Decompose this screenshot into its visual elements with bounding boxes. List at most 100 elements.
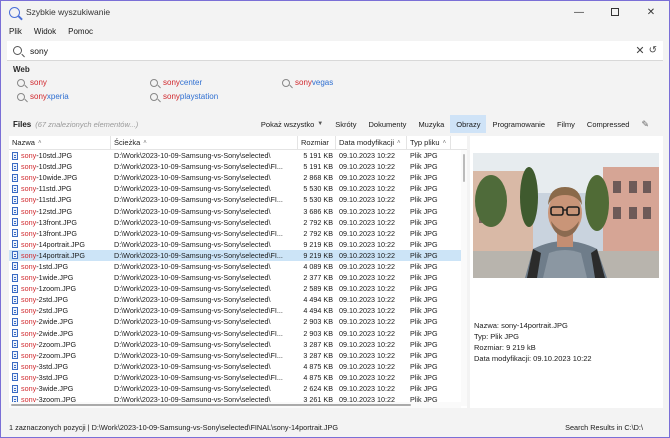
image-file-icon	[12, 284, 18, 293]
table-row[interactable]: sony -11std.JPG D:\Work\2023-10-09-Samsung…	[9, 183, 467, 194]
cell-path: D:\Work\2023-10-09-Samsung-vs-Sony\selec…	[114, 206, 271, 216]
name-match: sony	[21, 261, 37, 271]
clear-search-icon[interactable]: ✕	[635, 44, 644, 57]
cell-size: 4 494 KB	[303, 295, 333, 305]
table-row[interactable]: sony -3wide.JPG D:\Work\2023-10-09-Samsung…	[9, 383, 467, 394]
menu-pomoc[interactable]: Pomoc	[68, 27, 93, 36]
table-row[interactable]: sony -14portrait.JPG D:\Work\2023-10-09-Sa…	[9, 249, 467, 261]
cell-name: sony -2std.JPG	[9, 305, 111, 316]
filter-compressed[interactable]: Compressed	[581, 115, 636, 133]
name-match: sony	[21, 284, 37, 294]
column-header-type[interactable]: Typ pliku ˄	[407, 136, 451, 150]
filter-music[interactable]: Muzyka	[412, 115, 450, 133]
filter-label: Pokaż wszystko	[260, 119, 315, 129]
cell-type: Plik JPG	[410, 173, 438, 183]
table-row[interactable]: sony -12std.JPG D:\Work\2023-10-09-Samsung…	[9, 205, 467, 216]
edit-filters-icon[interactable]: ✎	[635, 119, 655, 130]
cell-date: 09.10.2023 10:22	[339, 273, 395, 283]
table-row[interactable]: sony -14portrait.JPG D:\Work\2023-10-09-Sa…	[9, 239, 467, 250]
name-match: sony	[21, 361, 37, 371]
column-header-path[interactable]: Ścieżka ˄	[111, 136, 298, 150]
minimize-button[interactable]: —	[561, 1, 597, 23]
table-row[interactable]: sony -2wide.JPG D:\Work\2023-10-09-Samsung…	[9, 328, 467, 339]
name-match: sony	[21, 350, 37, 360]
cell-date: 09.10.2023 10:22	[339, 361, 395, 371]
table-row[interactable]: sony -2wide.JPG D:\Work\2023-10-09-Samsung…	[9, 316, 467, 327]
filter-movies[interactable]: Filmy	[551, 115, 581, 133]
preview-pane: Nazwa: sony-14portrait.JPG Typ: Plik JPG…	[470, 136, 663, 408]
table-row[interactable]: sony -3std.JPG D:\Work\2023-10-09-Samsung-…	[9, 361, 467, 372]
table-row[interactable]: sony -3std.JPG D:\Work\2023-10-09-Samsung-…	[9, 372, 467, 383]
cell-path: D:\Work\2023-10-09-Samsung-vs-Sony\selec…	[114, 261, 271, 271]
name-match: sony	[21, 372, 37, 382]
column-header-size[interactable]: Rozmiar	[298, 136, 336, 150]
status-bar: 1 zaznaczonych pozycji | D:\Work\2023-10…	[1, 419, 669, 435]
cell-path: D:\Work\2023-10-09-Samsung-vs-Sony\selec…	[114, 162, 283, 172]
name-rest: -2std.JPG	[36, 295, 69, 305]
search-input[interactable]	[30, 45, 636, 56]
cell-type: Plik JPG	[410, 206, 438, 216]
table-row[interactable]: sony -2std.JPG D:\Work\2023-10-09-Samsung-…	[9, 305, 467, 316]
table-row[interactable]: sony -2zoom.JPG D:\Work\2023-10-09-Samsung…	[9, 350, 467, 361]
scrollbar-thumb[interactable]	[11, 404, 411, 406]
web-suggestion-sony-playstation[interactable]: sony playstation	[150, 92, 218, 101]
filter-documents[interactable]: Dokumenty	[363, 115, 413, 133]
web-suggestion-sony-vegas[interactable]: sony vegas	[282, 78, 333, 87]
column-header-date[interactable]: Data modyfikacji ˄	[336, 136, 407, 150]
sort-icon: ˄	[442, 139, 447, 146]
table-row[interactable]: sony -1std.JPG D:\Work\2023-10-09-Samsung-…	[9, 261, 467, 272]
menu-widok[interactable]: Widok	[34, 27, 56, 36]
table-row[interactable]: sony -10std.JPG D:\Work\2023-10-09-Samsung…	[9, 161, 467, 172]
cell-name: sony -14portrait.JPG	[9, 239, 111, 250]
maximize-button[interactable]	[597, 1, 633, 23]
cell-size: 4 494 KB	[303, 306, 333, 316]
table-row[interactable]: sony -2std.JPG D:\Work\2023-10-09-Samsung-…	[9, 294, 467, 305]
window-controls: — ✕	[561, 1, 669, 23]
horizontal-scrollbar[interactable]	[9, 402, 461, 408]
filter-images[interactable]: Obrazy	[450, 115, 487, 133]
table-row[interactable]: sony -13front.JPG D:\Work\2023-10-09-Samsu…	[9, 228, 467, 239]
web-suggestion-sony-center[interactable]: sony center	[150, 78, 202, 87]
cell-date: 09.10.2023 10:22	[339, 317, 395, 327]
table-row[interactable]: sony -10std.JPG D:\Work\2023-10-09-Samsung…	[9, 150, 467, 161]
image-file-icon	[12, 373, 18, 382]
web-suggestion-sony[interactable]: sony	[17, 78, 47, 87]
cell-date: 09.10.2023 10:22	[339, 206, 395, 216]
table-row[interactable]: sony -2zoom.JPG D:\Work\2023-10-09-Samsung…	[9, 339, 467, 350]
filter-programming[interactable]: Programowanie	[486, 115, 551, 133]
name-rest: -2wide.JPG	[36, 317, 74, 327]
table-row[interactable]: sony -1zoom.JPG D:\Work\2023-10-09-Samsung…	[9, 283, 467, 294]
column-header-name[interactable]: Nazwa ˄	[9, 136, 111, 150]
cell-path: D:\Work\2023-10-09-Samsung-vs-Sony\selec…	[114, 250, 283, 260]
history-icon[interactable]: ↺	[649, 45, 657, 56]
cell-type: Plik JPG	[410, 384, 438, 394]
name-match: sony	[21, 184, 37, 194]
name-rest: -10std.JPG	[36, 162, 73, 172]
scrollbar-thumb[interactable]	[463, 154, 465, 182]
filter-shortcuts[interactable]: Skróty	[329, 115, 362, 133]
cell-size: 4 089 KB	[303, 261, 333, 271]
name-rest: -11std.JPG	[36, 195, 72, 205]
search-icon	[150, 92, 158, 101]
vertical-scrollbar[interactable]	[461, 150, 467, 406]
suggestion-suffix: xperia	[46, 92, 69, 101]
web-suggestion-sony-xperia[interactable]: sony xperia	[17, 92, 69, 101]
suggestion-query: sony	[163, 92, 180, 101]
cell-date: 09.10.2023 10:22	[339, 173, 395, 183]
table-row[interactable]: sony -1wide.JPG D:\Work\2023-10-09-Samsung…	[9, 272, 467, 283]
cell-size: 2 589 KB	[303, 284, 333, 294]
cell-type: Plik JPG	[410, 250, 438, 260]
cell-name: sony -2wide.JPG	[9, 316, 111, 327]
filter-show-all[interactable]: Pokaż wszystko ▼	[255, 115, 329, 133]
status-search-scope: Search Results in C:\D:\	[565, 422, 643, 432]
table-row[interactable]: sony -11std.JPG D:\Work\2023-10-09-Samsung…	[9, 194, 467, 205]
close-button[interactable]: ✕	[633, 1, 669, 23]
menu-plik[interactable]: Plik	[9, 27, 22, 36]
table-row[interactable]: sony -13front.JPG D:\Work\2023-10-09-Samsu…	[9, 217, 467, 228]
name-rest: -13front.JPG	[36, 228, 77, 238]
name-rest: -11std.JPG	[36, 184, 72, 194]
image-file-icon	[12, 295, 18, 304]
cell-path: D:\Work\2023-10-09-Samsung-vs-Sony\selec…	[114, 339, 271, 349]
table-row[interactable]: sony -10wide.JPG D:\Work\2023-10-09-Samsun…	[9, 172, 467, 183]
cell-size: 9 219 KB	[303, 239, 333, 249]
